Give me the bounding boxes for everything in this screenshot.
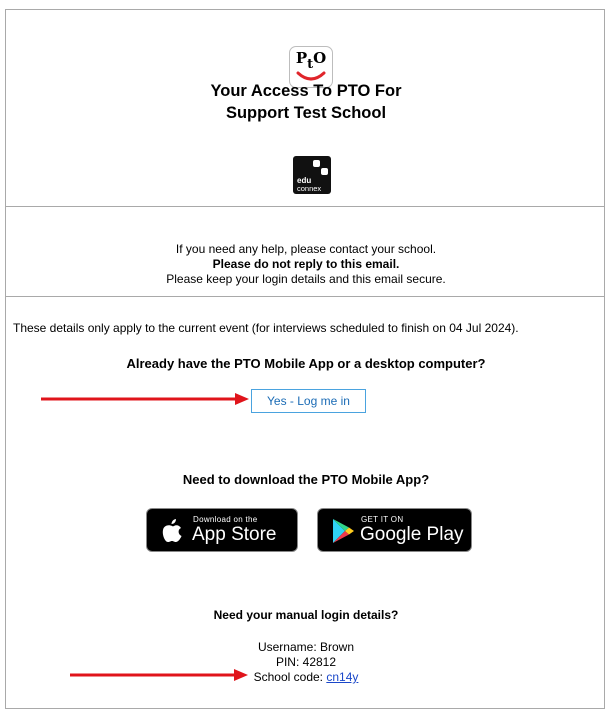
pto-logo-text: PtO (290, 49, 332, 72)
logo-block (313, 160, 320, 167)
divider (6, 206, 604, 207)
logo-letter-p: P (295, 49, 308, 67)
download-question: Need to download the PTO Mobile App? (182, 472, 430, 487)
help-text: If you need any help, please contact you… (6, 242, 606, 287)
help-line-1: If you need any help, please contact you… (175, 242, 437, 256)
help-line-2: Please do not reply to this email. (212, 257, 400, 271)
title-line-1: Your Access To PTO For (210, 82, 402, 100)
divider (6, 296, 604, 297)
page-title: Your Access To PTO For Support Test Scho… (6, 80, 606, 124)
help-line-3: Please keep your login details and this … (166, 272, 446, 286)
details-note: These details only apply to the current … (13, 321, 519, 335)
educonnex-logo: edu connex (293, 156, 331, 194)
connex-text: connex (297, 184, 322, 193)
apple-icon (162, 519, 182, 542)
gplay-small-text: GET IT ON (361, 515, 404, 524)
manual-login-question: Need your manual login details? (213, 608, 399, 622)
login-button[interactable]: Yes - Log me in (251, 389, 366, 413)
username-text: Username: Brown (257, 640, 355, 654)
appstore-small-text: Download on the (193, 515, 258, 524)
school-code-link[interactable]: cn14y (326, 670, 358, 684)
logo-block (321, 168, 328, 175)
google-play-button[interactable]: GET IT ON Google Play (317, 508, 472, 552)
gplay-big-text: Google Play (360, 524, 464, 545)
appstore-big-text: App Store (192, 524, 277, 545)
email-frame: PtO Your Access To PTO For Support Test … (5, 9, 605, 709)
google-play-icon (333, 519, 354, 543)
title-line-2: Support Test School (225, 104, 387, 122)
login-question: Already have the PTO Mobile App or a des… (126, 356, 486, 371)
arrow-icon (41, 393, 249, 405)
school-code-label: School code: (253, 670, 327, 684)
arrow-icon (70, 669, 248, 681)
app-store-button[interactable]: Download on the App Store (146, 508, 298, 552)
logo-letter-o: O (313, 49, 327, 67)
logo-letter-t: t (307, 57, 314, 72)
